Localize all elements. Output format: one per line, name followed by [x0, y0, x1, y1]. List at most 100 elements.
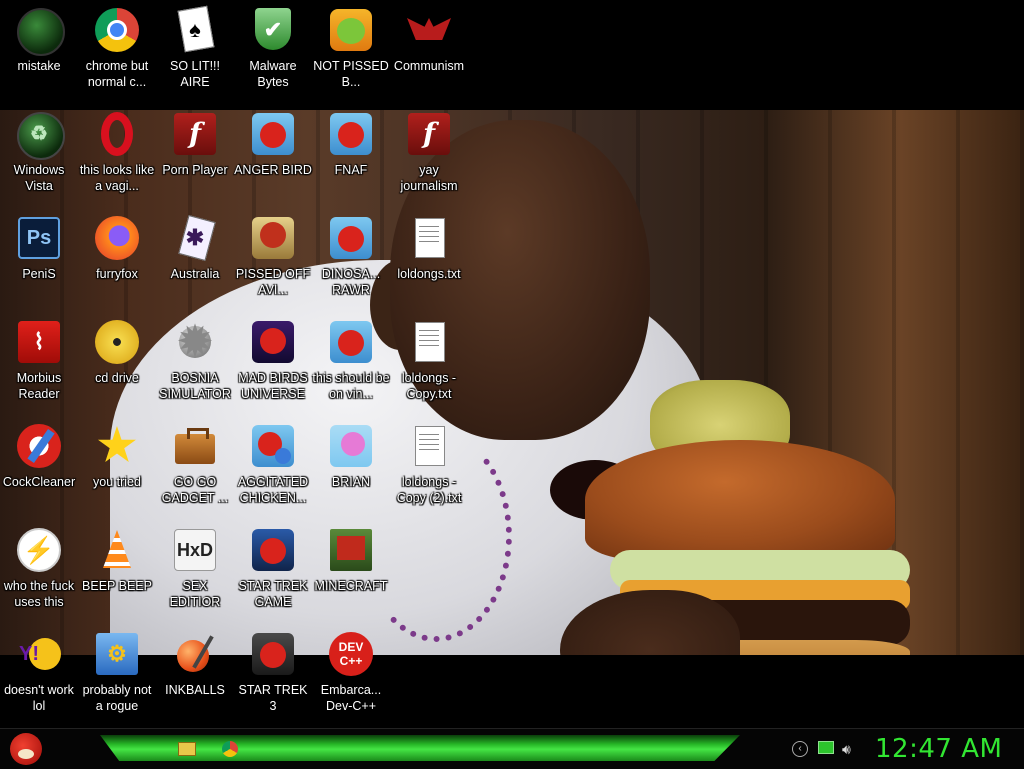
icon-label: PISSED OFF AVI... — [235, 267, 311, 297]
cd-icon — [93, 318, 141, 366]
icon-label: ANGER BIRD — [234, 163, 312, 177]
icon-label: who the fuck uses this — [3, 579, 75, 609]
icon-label: GO GO GADGET ... — [161, 475, 229, 505]
chrome-icon — [93, 6, 141, 54]
opera-icon — [93, 110, 141, 158]
icon-label: loldongs - Copy.txt — [401, 371, 457, 401]
desktop-icon-sex-editior[interactable]: HxD SEX EDITIOR — [156, 526, 234, 626]
desktop-icon-not-pissed[interactable]: NOT PISSED B... — [312, 6, 390, 106]
desktop-icon-chrome[interactable]: chrome but normal c... — [78, 6, 156, 106]
spider-solitaire-icon: ✱ — [171, 214, 219, 262]
icon-label: SEX EDITIOR — [169, 579, 221, 609]
ink-ball-icon — [171, 630, 219, 678]
desktop-icon-furryfox[interactable]: furryfox — [78, 214, 156, 314]
desktop-icon-beep-beep[interactable]: BEEP BEEP — [78, 526, 156, 626]
icon-label: MINECRAFT — [314, 579, 388, 593]
acrobat-icon: ⌇ — [15, 318, 63, 366]
desktop-icon-dev-cpp[interactable]: DEV C++ Embarca... Dev-C++ — [312, 630, 390, 728]
icon-label: STAR TREK 3 — [238, 683, 308, 713]
desktop-icon-fnaf[interactable]: FNAF — [312, 110, 390, 210]
file-explorer-icon — [178, 742, 196, 756]
desktop-icon-doesnt-work-lol[interactable]: Y! doesn't work lol — [0, 630, 78, 728]
icon-label: doesn't work lol — [4, 683, 74, 713]
icon-label: chrome but normal c... — [85, 59, 149, 89]
desktop-icon-star-trek-game[interactable]: STAR TREK GAME — [234, 526, 312, 626]
volume-icon[interactable]: 🔊︎ — [842, 741, 858, 757]
desktop-icon-pissed-off-avi[interactable]: PISSED OFF AVI... — [234, 214, 312, 314]
flash-icon: f — [405, 110, 453, 158]
icon-label: INKBALLS — [165, 683, 225, 697]
icon-label: loldongs - Copy (2).txt — [396, 475, 462, 505]
desktop-icon-who-the-fuck-uses-this[interactable]: ⚡ who the fuck uses this — [0, 526, 78, 626]
desktop-icon-this-should-be-on-vin[interactable]: this should be on vin... — [312, 318, 390, 418]
desktop-icon-yay-journalism[interactable]: f yay journalism — [390, 110, 468, 210]
start-button[interactable] — [6, 729, 46, 769]
taskbar: ‹ 🔊︎ 12:47 AM — [0, 728, 1024, 769]
briefcase-icon — [171, 422, 219, 470]
angry-bird-start-icon — [10, 733, 42, 765]
rio-bird-icon — [249, 422, 297, 470]
desktop-icon-penis[interactable]: Ps PeniS — [0, 214, 78, 314]
red-bird-icon — [249, 110, 297, 158]
taskbar-chrome[interactable] — [222, 739, 242, 759]
desktop-icon-aggitated-chicken[interactable]: AGGITATED CHICKEN... — [234, 422, 312, 522]
icon-label: STAR TREK GAME — [238, 579, 308, 609]
icon-label: Morbius Reader — [16, 371, 62, 401]
icon-label: Australia — [170, 267, 220, 281]
desktop-icon-minecraft[interactable]: MINECRAFT — [312, 526, 390, 626]
desktop-icon-mistake[interactable]: mistake — [0, 6, 78, 106]
green-orb-icon — [15, 6, 65, 56]
desktop-icon-go-go-gadget[interactable]: GO GO GADGET ... — [156, 422, 234, 522]
desktop-icon-brian[interactable]: BRIAN — [312, 422, 390, 522]
text-file-icon — [405, 422, 453, 470]
desktop-icon-loldongs-txt[interactable]: loldongs.txt — [390, 214, 468, 314]
desktop-icon-australia[interactable]: ✱ Australia — [156, 214, 234, 314]
icon-label: FNAF — [334, 163, 368, 177]
desktop-icon-cd-drive[interactable]: cd drive — [78, 318, 156, 418]
icon-label: loldongs.txt — [397, 267, 461, 281]
minecraft-icon — [327, 526, 375, 574]
icon-label: BOSNIA SIMULATOR — [159, 371, 231, 401]
taskbar-file-explorer[interactable] — [178, 739, 198, 759]
desktop-icon-opera[interactable]: this looks like a vagi... — [78, 110, 156, 210]
recycle-orb-icon: ♻ — [15, 110, 65, 160]
desktop-icon-mad-birds-universe[interactable]: MAD BIRDS UNIVERSE — [234, 318, 312, 418]
desktop-icon-windows-vista[interactable]: ♻ Windows Vista — [0, 110, 78, 210]
back-arrow-icon[interactable]: ‹ — [792, 741, 808, 757]
desktop-icon-dinosa-rawr[interactable]: DINOSA... RAWR — [312, 214, 390, 314]
playing-card-icon: ♠ — [171, 5, 219, 54]
desktop-icon-inkballs[interactable]: INKBALLS — [156, 630, 234, 728]
desktop-icon-loldongs-copy-2-txt[interactable]: loldongs - Copy (2).txt — [390, 422, 468, 522]
star-wars-bird-icon — [249, 526, 297, 574]
photoshop-icon: Ps — [15, 214, 63, 262]
icon-label: AGGITATED CHICKEN... — [237, 475, 309, 505]
red-bird-icon — [327, 214, 375, 262]
desktop-icon-anger-bird[interactable]: ANGER BIRD — [234, 110, 312, 210]
icon-label: probably not a rogue — [82, 683, 152, 713]
desktop-icon-morbius-reader[interactable]: ⌇ Morbius Reader — [0, 318, 78, 418]
desktop-icon-malware-bytes[interactable]: ✔ Malware Bytes — [234, 6, 312, 106]
slingshot-icon — [327, 422, 375, 470]
desktop-icon-cockcleaner[interactable]: CockCleaner — [0, 422, 78, 522]
desktop-icon-porn-player[interactable]: f Porn Player — [156, 110, 234, 210]
desktop-icon-you-tried[interactable]: ★ you tried — [78, 422, 156, 522]
desktop[interactable]: mistake chrome but normal c... ♠ SO LIT!… — [0, 0, 1024, 728]
desktop-icon-bosnia-simulator[interactable]: ✹ BOSNIA SIMULATOR — [156, 318, 234, 418]
gears-monitor-icon: ⚙ — [93, 630, 141, 678]
desktop-icon-loldongs-copy-txt[interactable]: loldongs - Copy.txt — [390, 318, 468, 418]
icon-label: Porn Player — [162, 163, 228, 177]
star-wars-bird-icon — [249, 630, 297, 678]
desktop-icon-communism[interactable]: Communism — [390, 6, 468, 106]
icon-label: mistake — [17, 59, 61, 73]
desktop-icon-so-lit-aire[interactable]: ♠ SO LIT!!! AIRE — [156, 5, 234, 106]
taskbar-clock[interactable]: 12:47 AM — [875, 732, 1002, 766]
desktop-icon-star-trek-3[interactable]: STAR TREK 3 — [234, 630, 312, 728]
network-icon[interactable] — [818, 741, 834, 757]
green-pig-icon — [327, 6, 375, 54]
icon-label: BRIAN — [331, 475, 371, 489]
spiky-mine-icon: ✹ — [178, 320, 212, 364]
desktop-icon-probably-not-a-rogue[interactable]: ⚙ probably not a rogue — [78, 630, 156, 728]
seasons-bird-icon — [249, 214, 297, 262]
icon-label: NOT PISSED B... — [313, 59, 389, 89]
icon-label: this looks like a vagi... — [79, 163, 155, 193]
